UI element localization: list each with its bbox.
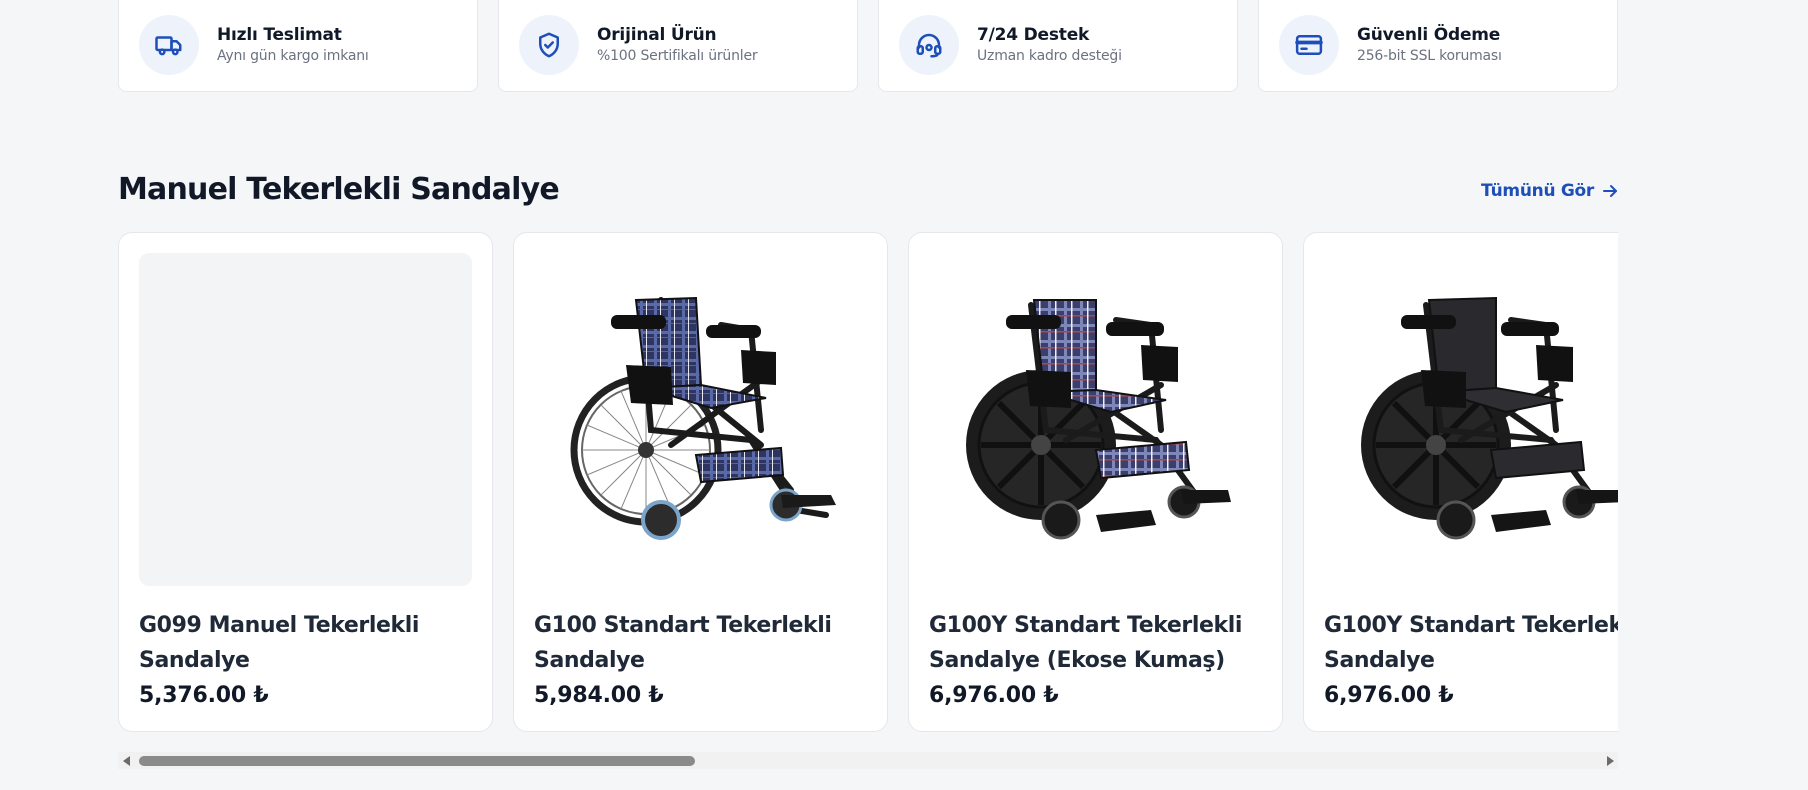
feature-subtitle: %100 Sertifikalı ürünler xyxy=(597,48,758,64)
arrow-right-icon xyxy=(1603,185,1617,197)
product-title[interactable]: G100Y Standart Tekerlekli Sandalye (Ekos… xyxy=(929,608,1262,678)
wheelchair-image xyxy=(965,298,1231,539)
wheelchair-image xyxy=(1360,296,1618,539)
carousel-scrollbar[interactable] xyxy=(118,752,1618,769)
product-price: 6,976.00 ₺ xyxy=(929,683,1059,708)
product-card[interactable]: G099 Manuel Tekerlekli Sandalye 5,376.00… xyxy=(118,232,493,732)
feature-subtitle: Uzman kadro desteği xyxy=(977,48,1122,64)
product-image[interactable] xyxy=(534,253,867,586)
scroll-right-button[interactable] xyxy=(1601,752,1618,769)
product-image-placeholder[interactable] xyxy=(139,253,472,586)
see-all-link[interactable]: Tümünü Gör xyxy=(1481,181,1618,201)
feature-card-original: Orijinal Ürün %100 Sertifikalı ürünler xyxy=(498,0,858,92)
product-title[interactable]: G100Y Standart Tekerlekli Sandalye xyxy=(1324,608,1618,678)
product-price: 6,976.00 ₺ xyxy=(1324,683,1454,708)
triangle-left-icon xyxy=(122,755,130,766)
product-card[interactable]: G100Y Standart Tekerlekli Sandalye 6,976… xyxy=(1303,232,1618,732)
product-track: G099 Manuel Tekerlekli Sandalye 5,376.00… xyxy=(118,232,1618,732)
headset-icon xyxy=(899,14,959,75)
feature-title: Hızlı Teslimat xyxy=(217,25,342,45)
scrollbar-track[interactable] xyxy=(135,752,1601,769)
truck-icon xyxy=(139,14,199,75)
feature-card-payment: Güvenli Ödeme 256-bit SSL koruması xyxy=(1258,0,1618,92)
product-card[interactable]: G100 Standart Tekerlekli Sandalye 5,984.… xyxy=(513,232,888,732)
product-title[interactable]: G099 Manuel Tekerlekli Sandalye xyxy=(139,608,472,678)
shield-check-icon xyxy=(519,14,579,75)
see-all-label: Tümünü Gör xyxy=(1480,181,1594,201)
product-image[interactable] xyxy=(929,253,1262,586)
section-title: Manuel Tekerlekli Sandalye xyxy=(118,172,560,207)
triangle-right-icon xyxy=(1606,755,1614,766)
product-card[interactable]: G100Y Standart Tekerlekli Sandalye (Ekos… xyxy=(908,232,1283,732)
product-price: 5,376.00 ₺ xyxy=(139,683,269,708)
scrollbar-thumb[interactable] xyxy=(139,756,695,766)
wheelchair-image xyxy=(570,296,836,540)
features-strip: Hızlı Teslimat Aynı gün kargo imkanı Ori… xyxy=(118,0,1618,92)
feature-title: Güvenli Ödeme xyxy=(1357,25,1501,45)
feature-card-delivery: Hızlı Teslimat Aynı gün kargo imkanı xyxy=(118,0,478,92)
feature-subtitle: Aynı gün kargo imkanı xyxy=(217,48,369,64)
feature-title: Orijinal Ürün xyxy=(597,25,717,45)
product-image[interactable] xyxy=(1324,253,1618,586)
product-price: 5,984.00 ₺ xyxy=(534,683,664,708)
feature-subtitle: 256-bit SSL koruması xyxy=(1357,48,1502,64)
product-title[interactable]: G100 Standart Tekerlekli Sandalye xyxy=(534,608,867,678)
feature-title: 7/24 Destek xyxy=(977,25,1090,45)
credit-card-icon xyxy=(1279,14,1339,75)
scroll-left-button[interactable] xyxy=(118,752,135,769)
product-carousel[interactable]: G099 Manuel Tekerlekli Sandalye 5,376.00… xyxy=(118,232,1618,732)
feature-card-support: 7/24 Destek Uzman kadro desteği xyxy=(878,0,1238,92)
